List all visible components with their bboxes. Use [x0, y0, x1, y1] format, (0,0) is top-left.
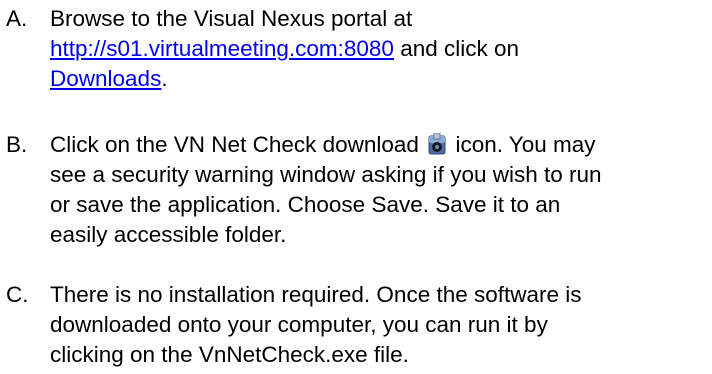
step-c-line-1: There is no installation required. Once …: [50, 282, 582, 307]
step-a-line-3: Downloads.: [50, 64, 710, 94]
instructions-document: A. Browse to the Visual Nexus portal at …: [0, 0, 712, 374]
step-c-line-2: downloaded onto your computer, you can r…: [50, 312, 548, 337]
step-a-marker: A.: [6, 6, 28, 31]
step-b-text: Click on the VN Net Check download icon.…: [50, 130, 710, 250]
step-a-line-1: Browse to the Visual Nexus portal at: [50, 6, 413, 31]
step-b-line-4: easily accessible folder.: [50, 222, 287, 247]
step-b-line-1-before: Click on the VN Net Check download: [50, 132, 426, 157]
step-b-line-2: see a security warning window asking if …: [50, 162, 602, 187]
downloads-link[interactable]: Downloads: [50, 66, 161, 91]
step-b-line-1-after: icon. You may: [449, 132, 596, 157]
step-b-line-3: or save the application. Choose Save. Sa…: [50, 192, 561, 217]
step-a-line-2: http://s01.virtualmeeting.com:8080 and c…: [50, 34, 710, 64]
step-a-line-3-text: .: [161, 66, 168, 91]
step-b-marker: B.: [6, 132, 28, 157]
portal-url-link[interactable]: http://s01.virtualmeeting.com:8080: [50, 36, 394, 61]
step-a-text: Browse to the Visual Nexus portal at htt…: [50, 4, 710, 94]
step-b-line-1: Click on the VN Net Check download icon.…: [50, 130, 710, 160]
step-c-marker: C.: [6, 282, 29, 307]
step-c-text: There is no installation required. Once …: [50, 280, 710, 370]
step-c-line-3: clicking on the VnNetCheck.exe file.: [50, 342, 409, 367]
vn-net-check-download-icon: [427, 132, 447, 155]
step-a-line-2-text: and click on: [393, 36, 520, 61]
